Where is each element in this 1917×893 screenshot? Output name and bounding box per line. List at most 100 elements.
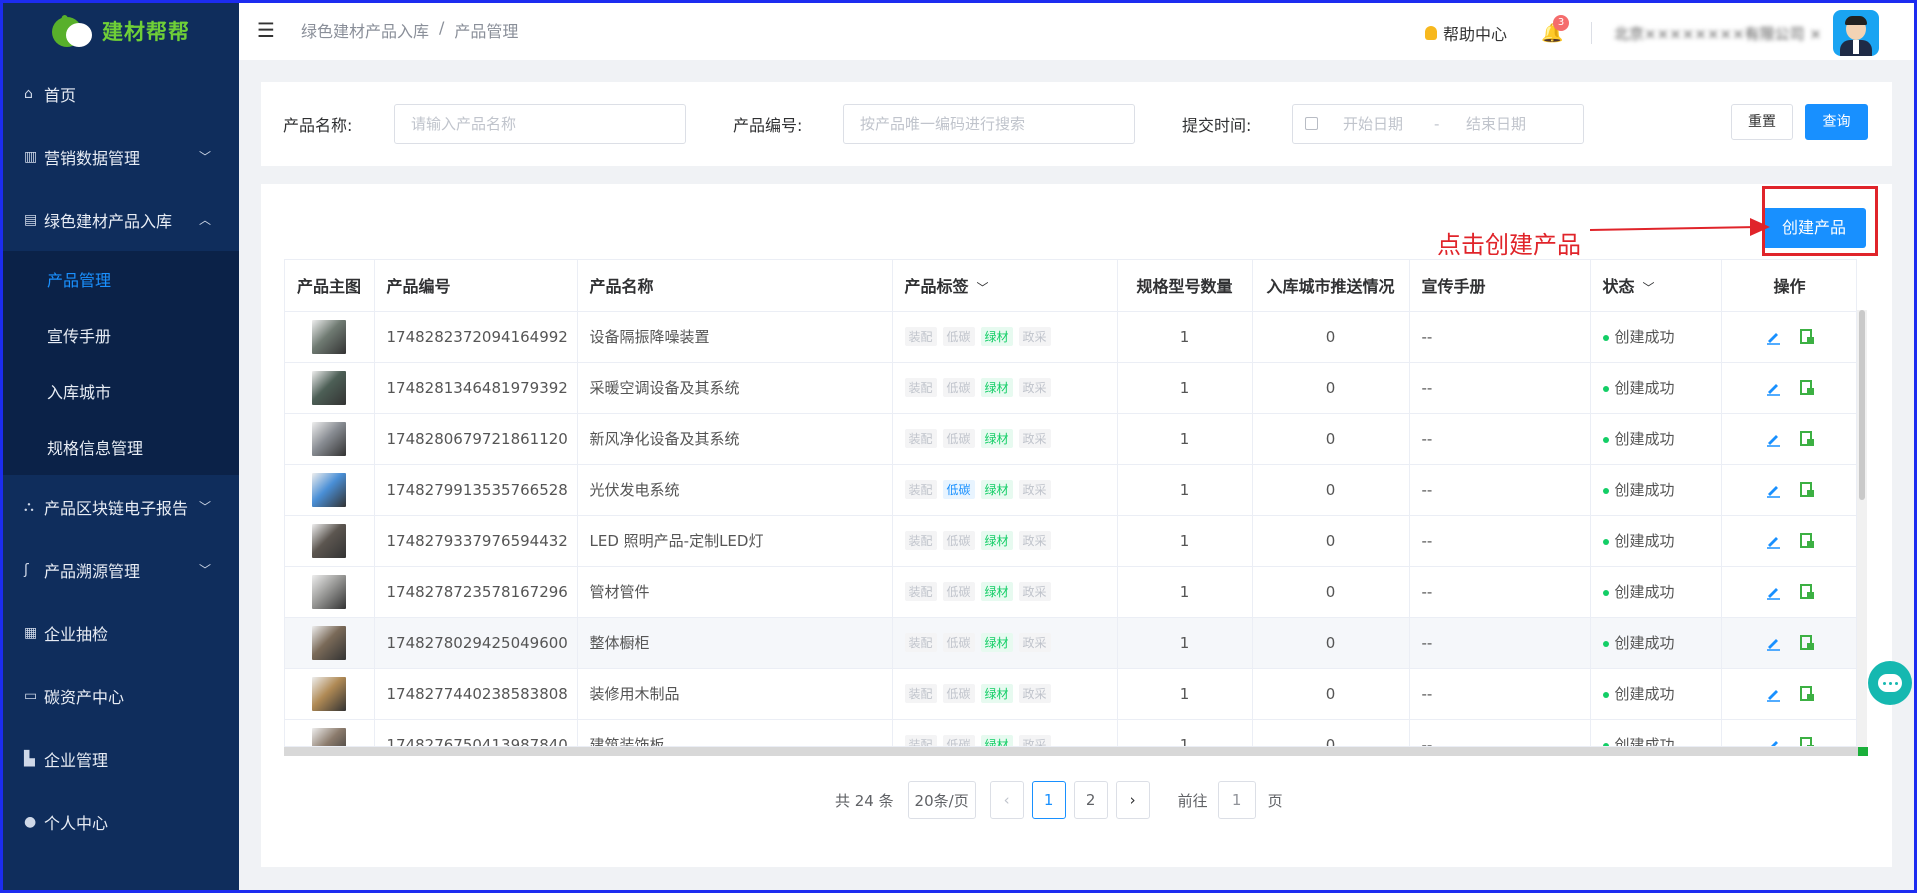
breadcrumb: 绿色建材产品入库 / 产品管理	[301, 18, 518, 42]
spec-doc-icon[interactable]	[1799, 430, 1815, 447]
help-center-link[interactable]: 帮助中心	[1424, 21, 1507, 45]
cell-actions	[1721, 566, 1856, 618]
table-row[interactable]: 1748281346481979392 采暖空调设备及其系统 装配 低碳 绿材 政采 1 0-…	[285, 362, 1856, 414]
edit-icon[interactable]	[1765, 380, 1781, 396]
sidebar-item[interactable]: ▦ 企业抽检	[0, 601, 239, 664]
sidebar-item[interactable]: ▭ 碳资产中心	[0, 664, 239, 727]
chevron-icon[interactable]: ﹀	[199, 561, 211, 578]
edit-icon[interactable]	[1765, 482, 1781, 498]
cell-spec-count: 1	[1117, 515, 1253, 567]
product-thumbnail[interactable]	[312, 370, 347, 405]
spec-doc-icon[interactable]	[1799, 328, 1815, 345]
breadcrumb-separator: /	[439, 18, 445, 37]
page-1-button[interactable]: 1	[1031, 781, 1066, 819]
goto-label: 前往	[1177, 791, 1208, 810]
header-divider	[1591, 22, 1592, 44]
sidebar-item[interactable]: ʃ 产品溯源管理 ﹀	[0, 538, 239, 601]
goto-page-input[interactable]: 1	[1217, 781, 1256, 819]
table-row[interactable]: 1748277440238583808 装修用木制品 装配 低碳 绿材 政采 1 0 -- 创建成…	[285, 668, 1856, 720]
table-row[interactable]: 1748278723578167296 管材管件 装配 低碳 绿材 政采 1 0 -- 创建成功	[285, 566, 1856, 618]
sidebar-item[interactable]: ▥ 营销数据管理 ﹀	[0, 125, 239, 188]
sidebar-subitem[interactable]: 入库城市	[0, 363, 239, 419]
menu-fold-icon[interactable]: ☰	[257, 18, 279, 42]
sidebar-item[interactable]: ● 个人中心	[0, 790, 239, 853]
chevron-icon[interactable]: ﹀	[199, 148, 211, 165]
edit-icon[interactable]	[1765, 431, 1781, 447]
col-header-status[interactable]: 状态 ﹀	[1590, 260, 1722, 312]
product-thumbnail[interactable]	[312, 319, 347, 354]
user-name[interactable]: 北京××××××××有限公司 ×××××××00	[1614, 23, 1819, 44]
filter-chevron-icon[interactable]: ﹀	[1643, 281, 1655, 295]
table-vertical-scrollbar[interactable]	[1857, 310, 1867, 747]
sidebar-item[interactable]: ▙ 企业管理	[0, 727, 239, 790]
tag: 绿材	[980, 684, 1013, 703]
sidebar-item[interactable]: ▤ 绿色建材产品入库 ︿	[0, 188, 239, 251]
product-name-input[interactable]: 请输入产品名称	[394, 104, 686, 144]
prev-page-button[interactable]: ‹	[989, 781, 1024, 819]
chevron-icon[interactable]: ︿	[199, 211, 211, 228]
table-row[interactable]: 1748279913535766528 光伏发电系统 装配 低碳 绿材 政采 1 0 -- 创建成…	[285, 464, 1856, 516]
date-range-picker[interactable]: 开始日期 - 结束日期	[1292, 104, 1584, 144]
cell-status: 创建成功	[1590, 362, 1722, 414]
edit-icon[interactable]	[1765, 686, 1781, 702]
next-page-button[interactable]: ›	[1115, 781, 1150, 819]
chat-support-button[interactable]	[1868, 661, 1912, 705]
product-table: 产品主图 产品编号 产品名称 产品标签 ﹀ 规格型号数量 入库城市推送情况 宣传手…	[284, 259, 1857, 747]
product-thumbnail[interactable]	[312, 574, 347, 609]
cell-tags: 装配 低碳 绿材 政采	[892, 311, 1118, 363]
spec-doc-icon[interactable]	[1799, 379, 1815, 396]
product-thumbnail[interactable]	[312, 421, 347, 456]
reset-button[interactable]: 重置	[1731, 104, 1793, 140]
edit-icon[interactable]	[1765, 329, 1781, 345]
table-row[interactable]: 1748279337976594432 LED 照明产品-定制LED灯 装配 低碳 绿材…	[285, 515, 1856, 567]
sidebar-subitem[interactable]: 宣传手册	[0, 307, 239, 363]
spec-doc-icon[interactable]	[1799, 634, 1815, 651]
page-size-select[interactable]: 20条/页	[907, 781, 976, 819]
clipboard-icon: ▦	[24, 624, 38, 641]
spec-doc-icon[interactable]	[1799, 583, 1815, 600]
cell-image	[285, 362, 375, 414]
sidebar-item-label: 营销数据管理	[44, 148, 141, 168]
sidebar-item[interactable]: ⌂ 首页	[0, 62, 239, 125]
edit-icon[interactable]	[1765, 635, 1781, 651]
breadcrumb-parent[interactable]: 绿色建材产品入库	[301, 18, 429, 42]
sidebar-subitem[interactable]: 产品管理	[0, 251, 239, 307]
query-button[interactable]: 查询	[1805, 104, 1868, 140]
edit-icon[interactable]	[1765, 737, 1781, 748]
chevron-icon[interactable]: ﹀	[199, 498, 211, 515]
product-thumbnail[interactable]	[312, 523, 347, 558]
spec-doc-icon[interactable]	[1799, 736, 1815, 748]
product-code-input[interactable]: 按产品唯一编码进行搜索	[843, 104, 1135, 144]
cell-actions	[1721, 617, 1856, 669]
product-thumbnail[interactable]	[312, 472, 347, 507]
table-row[interactable]: 1748282372094164992 设备隔振降噪装置 装配 低碳 绿材 政采 1 0 -- 创…	[285, 311, 1856, 363]
cell-status: 创建成功	[1590, 311, 1722, 363]
filter-chevron-icon[interactable]: ﹀	[977, 281, 989, 295]
status-text: 创建成功	[1614, 685, 1675, 703]
cell-city-push: 0	[1252, 668, 1410, 720]
start-date-input[interactable]: 开始日期	[1343, 105, 1403, 143]
end-date-input[interactable]: 结束日期	[1466, 105, 1526, 143]
status-text: 创建成功	[1614, 736, 1675, 747]
table-row[interactable]: 1748278029425049600 整体橱柜 装配 低碳 绿材 政采 1 0 -- 创建成功	[285, 617, 1856, 669]
product-thumbnail[interactable]	[312, 727, 347, 746]
bell-icon[interactable]: 🔔 3	[1541, 14, 1569, 44]
table-row[interactable]: 1748276750413987840 建筑装饰板 装配 低碳 绿材 政采 1 0 -- 创建成功	[285, 719, 1856, 748]
table-row[interactable]: 1748280679721861120 新风净化设备及其系统 装配 低碳 绿材 政采 1 0-…	[285, 413, 1856, 465]
product-thumbnail[interactable]	[312, 625, 347, 660]
edit-icon[interactable]	[1765, 584, 1781, 600]
spec-doc-icon[interactable]	[1799, 532, 1815, 549]
spec-doc-icon[interactable]	[1799, 685, 1815, 702]
col-header-tags[interactable]: 产品标签 ﹀	[892, 260, 1118, 312]
sidebar-item[interactable]: ⛬ 产品区块链电子报告 ﹀	[0, 475, 239, 538]
cell-image	[285, 515, 375, 567]
page-2-button[interactable]: 2	[1073, 781, 1108, 819]
tag: 绿材	[980, 633, 1013, 652]
table-horizontal-scrollbar[interactable]	[284, 747, 1868, 756]
spec-doc-icon[interactable]	[1799, 481, 1815, 498]
product-thumbnail[interactable]	[312, 676, 347, 711]
sidebar-subitem[interactable]: 规格信息管理	[0, 419, 239, 475]
avatar[interactable]	[1833, 10, 1879, 56]
edit-icon[interactable]	[1765, 533, 1781, 549]
status-text: 创建成功	[1614, 328, 1675, 346]
